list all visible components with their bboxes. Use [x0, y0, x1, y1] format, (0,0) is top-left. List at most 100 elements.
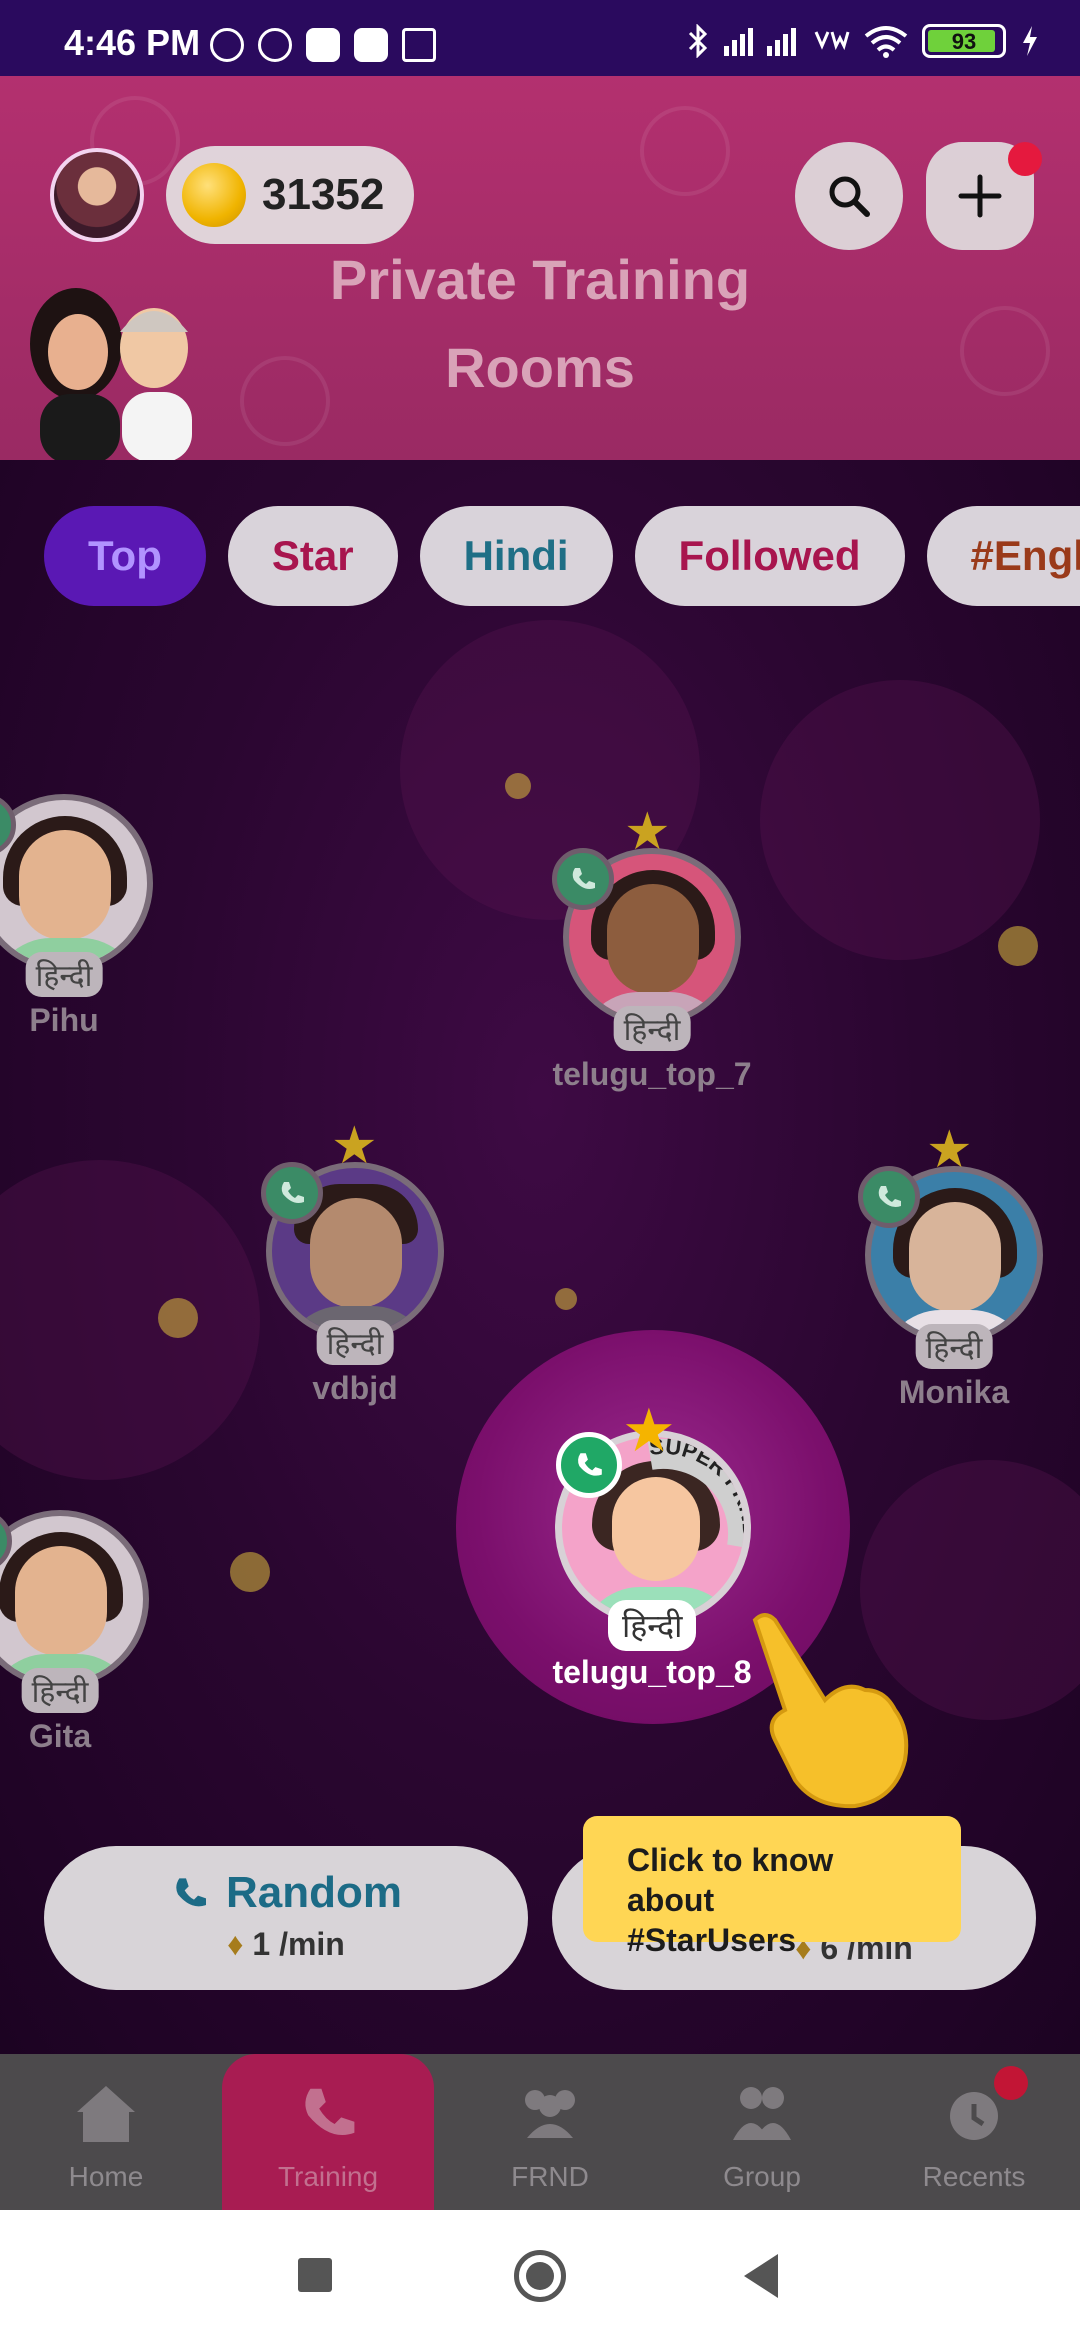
group-icon: [733, 2087, 791, 2140]
amazon-icon: [354, 28, 388, 62]
phone-icon: [572, 868, 595, 889]
banner-title-line2: Rooms: [445, 336, 635, 399]
highlighted-user-name: telugu_top_8: [552, 1654, 752, 1690]
battery-level: 93: [951, 29, 977, 54]
decor-bubble: [0, 1160, 260, 1480]
user-card-gita[interactable]: हिन्दी Gita: [0, 1510, 160, 1755]
coin-balance[interactable]: 31352: [166, 146, 414, 244]
tab-english[interactable]: #Engli: [926, 506, 1080, 606]
wifi-icon: [864, 26, 908, 58]
decor-spark: [555, 1288, 577, 1310]
home-button[interactable]: [514, 2250, 566, 2302]
gmail-icon: [402, 28, 436, 62]
phone-icon: [305, 2088, 355, 2135]
decor-spark: [158, 1298, 198, 1338]
star-icon: ★: [622, 1397, 676, 1464]
avatar-face: [310, 1198, 402, 1308]
alarm-icon: [258, 28, 292, 62]
coin-count: 31352: [262, 170, 385, 219]
tab-star[interactable]: Star: [227, 506, 398, 606]
coin-icon: [182, 163, 246, 227]
call-badge: [261, 1162, 323, 1224]
friends-icon: [525, 2090, 575, 2138]
training-rooms-area: Top Star Hindi Followed #Engli हिन्दी Pi…: [0, 460, 1080, 2054]
pointing-hand-icon: [752, 1613, 909, 1809]
nav-frnd[interactable]: FRND: [444, 2054, 656, 2210]
plus-icon: [958, 174, 1002, 218]
user-name: Pihu: [29, 1002, 99, 1038]
nav-training-label: Training: [277, 2161, 379, 2192]
user-name: telugu_top_7: [552, 1056, 752, 1092]
nav-training[interactable]: Training: [222, 2054, 434, 2210]
random-call-button[interactable]: Random ♦ 1 /min: [44, 1846, 528, 1990]
nav-group-label: Group: [723, 2161, 801, 2192]
banner-title-line1: Private Training: [329, 248, 751, 311]
decor-spark: [230, 1552, 270, 1592]
battery-icon: 93: [922, 24, 1006, 58]
home-icon: [77, 2086, 135, 2142]
tooltip-line2: #StarUsers: [627, 1922, 796, 1958]
youtube-icon: [306, 28, 340, 62]
system-navigation: [0, 2210, 1080, 2340]
couple-illustration: [30, 288, 192, 460]
language-badge: हिन्दी: [915, 1324, 993, 1369]
nav-recents-label: Recents: [922, 2161, 1026, 2192]
avatar-face: [607, 884, 699, 994]
profile-avatar[interactable]: [50, 148, 144, 242]
phone-icon: [176, 1878, 206, 1907]
user-name: vdbjd: [312, 1370, 398, 1406]
avatar: [0, 794, 153, 972]
bluetooth-icon: [688, 24, 708, 58]
language-badge: हिन्दी: [21, 1668, 99, 1713]
call-badge: [858, 1166, 920, 1228]
tab-top[interactable]: Top: [44, 506, 206, 606]
user-name: Gita: [28, 1718, 92, 1754]
nav-group[interactable]: Group: [656, 2054, 868, 2210]
random-label: Random: [226, 1868, 402, 1917]
phone-icon: [281, 1182, 304, 1203]
nav-home[interactable]: Home: [0, 2054, 212, 2210]
decor-heart: [640, 106, 730, 196]
signal-icon-2: [767, 26, 796, 56]
tab-followed[interactable]: Followed: [634, 506, 905, 606]
signal-icon: [724, 26, 753, 56]
notification-icons: [210, 28, 436, 62]
star-users-tooltip[interactable]: Click to know about #StarUsers: [583, 1816, 961, 1958]
star-icon: ★: [331, 1117, 378, 1175]
system-icons: 93: [686, 24, 1040, 58]
phone-icon: [878, 1186, 901, 1207]
nav-recents[interactable]: Recents: [868, 2054, 1080, 2210]
vowifi-icon: [814, 31, 850, 51]
decor-spark: [505, 773, 531, 799]
decor-bubble: [760, 680, 1040, 960]
language-badge: हिन्दी: [25, 952, 103, 997]
language-badge: हिन्दी: [608, 1600, 697, 1651]
user-card-vdbjd[interactable]: हिन्दी vdbjd ★: [255, 1117, 455, 1407]
language-badge: हिन्दी: [613, 1006, 691, 1051]
header-banner: 31352 Private Training Rooms: [0, 76, 1080, 460]
user-card-monika[interactable]: हिन्दी Monika ★: [854, 1121, 1054, 1411]
user-name: Monika: [898, 1374, 1010, 1410]
avatar-face: [15, 1546, 107, 1656]
decor-spark: [998, 926, 1038, 966]
avatar: [0, 1510, 149, 1688]
call-badge: [552, 848, 614, 910]
notification-dot: [1008, 142, 1042, 176]
language-badge: हिन्दी: [316, 1320, 394, 1365]
status-bar: 4:46 PM 93: [0, 0, 1080, 76]
avatar-face: [19, 830, 111, 940]
star-icon: ★: [624, 803, 671, 861]
user-card-telugu-top-7[interactable]: हिन्दी telugu_top_7 ★: [552, 803, 752, 1093]
notification-dot: [994, 2066, 1028, 2100]
tab-hindi[interactable]: Hindi: [419, 506, 613, 606]
star-icon: ★: [926, 1121, 973, 1179]
recents-button[interactable]: [298, 2258, 332, 2292]
user-card-pihu[interactable]: हिन्दी Pihu: [0, 794, 164, 1039]
charging-icon: [1023, 26, 1037, 56]
phone-icon: [578, 1453, 602, 1476]
back-button[interactable]: [744, 2254, 778, 2298]
call-badge: [556, 1432, 622, 1498]
search-button[interactable]: [795, 142, 903, 250]
random-price: 1 /min: [252, 1926, 345, 1962]
tooltip-line1: Click to know about: [627, 1842, 834, 1918]
